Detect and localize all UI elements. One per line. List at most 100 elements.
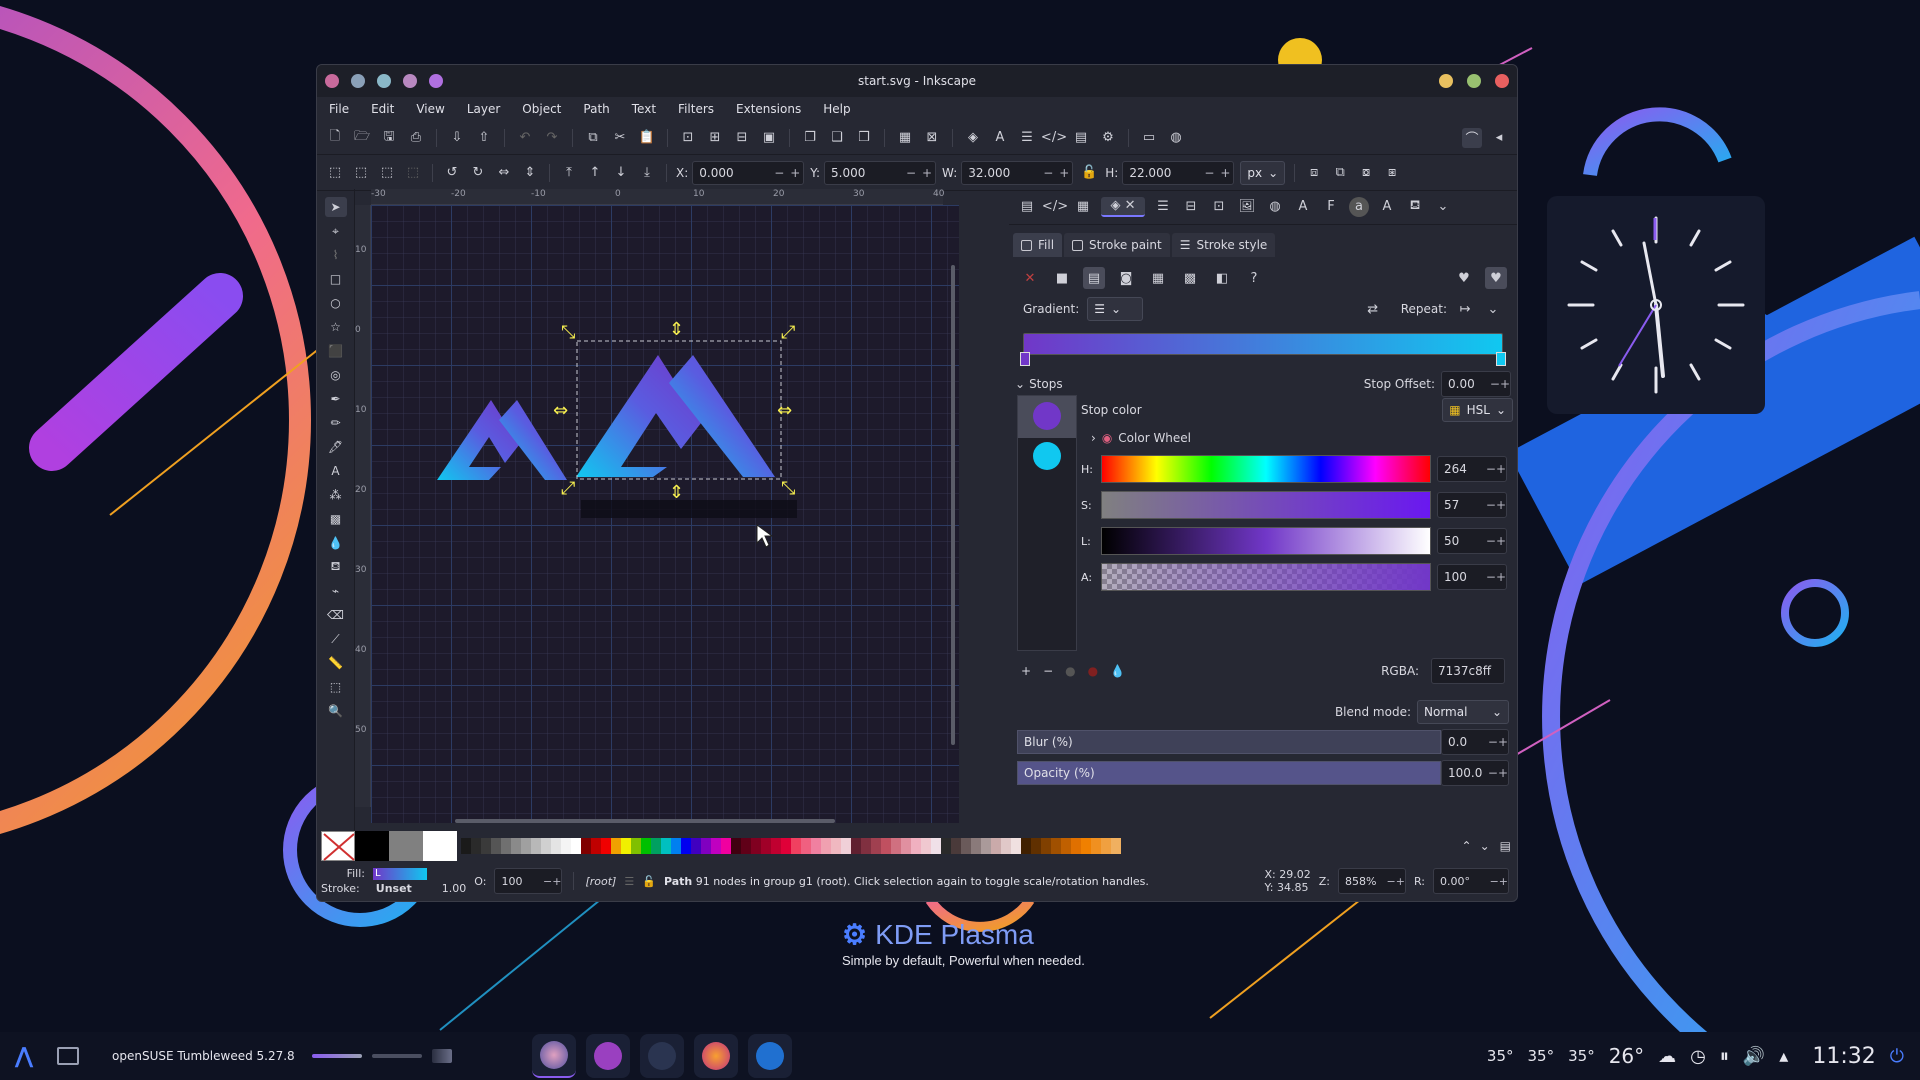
flip-vertical-icon[interactable]: ⇕ — [520, 163, 540, 183]
raise-top-icon[interactable]: ⤒ — [559, 163, 579, 183]
close-button[interactable] — [1495, 74, 1509, 88]
palette-swatch[interactable] — [911, 838, 921, 854]
palette-swatch[interactable] — [951, 838, 961, 854]
palette-swatch[interactable] — [1051, 838, 1061, 854]
node-tool-icon[interactable]: ⌖ — [325, 221, 347, 241]
palette-swatch[interactable] — [511, 838, 521, 854]
palette-swatch[interactable] — [881, 838, 891, 854]
palette-swatch[interactable] — [961, 838, 971, 854]
palette-swatches[interactable] — [461, 838, 1121, 854]
opacity-field[interactable]: 100.0 −+ — [1441, 760, 1509, 786]
keep-above-button[interactable] — [351, 74, 365, 88]
opacity-increment[interactable]: + — [1498, 766, 1508, 780]
repeat-chevron-down-icon[interactable]: ⌄ — [1483, 299, 1503, 319]
palette-swatch[interactable] — [871, 838, 881, 854]
drawing-canvas[interactable]: ⤡ ⇕ ⤢ ⇔ ⇔ ⤢ ⇕ ⤡ — [371, 205, 959, 823]
select-all-icon[interactable]: ⬚ — [325, 163, 345, 183]
palette-swatch[interactable] — [611, 838, 621, 854]
power-icon[interactable]: ⏻ — [1890, 1046, 1904, 1067]
palette-swatch[interactable] — [741, 838, 751, 854]
blur-field[interactable]: 0.0 −+ — [1441, 729, 1509, 755]
new-document-icon[interactable]: 🗋 — [325, 128, 345, 148]
open-file-icon[interactable]: 🗁 — [352, 128, 372, 148]
stop-tool-gray-icon[interactable]: ● — [1065, 664, 1075, 678]
digital-clock[interactable]: 11:32 — [1812, 1044, 1875, 1069]
x-increment[interactable]: + — [787, 166, 803, 180]
rotation-field[interactable]: 0.00° −+ — [1433, 868, 1509, 894]
palette-swatch[interactable] — [581, 838, 591, 854]
zoom-drawing-icon[interactable]: ⊞ — [705, 128, 725, 148]
swatches-tab-icon[interactable]: ◍ — [1265, 197, 1285, 217]
palette-swatch[interactable] — [671, 838, 681, 854]
saturation-field[interactable]: 57 −+ — [1437, 492, 1507, 518]
duplicate-icon[interactable]: ❐ — [800, 128, 820, 148]
weather-cloud-icon[interactable]: ☁ — [1658, 1046, 1676, 1067]
ruler-vertical[interactable]: 10 0 10 20 30 40 50 — [355, 205, 371, 807]
copy-icon[interactable]: ⧉ — [583, 128, 603, 148]
palette-scroll-up-icon[interactable]: ⌃ — [1458, 839, 1476, 853]
rotate-ccw-icon[interactable]: ↺ — [442, 163, 462, 183]
weather-temperature[interactable]: 26° — [1609, 1044, 1644, 1068]
palette-swatch[interactable] — [1071, 838, 1081, 854]
palette-swatch[interactable] — [781, 838, 791, 854]
h-input[interactable]: 22.000 — [1123, 166, 1201, 180]
palette-swatch-black[interactable] — [355, 831, 389, 861]
star-tool-icon[interactable]: ☆ — [325, 317, 347, 337]
symbols-icon[interactable]: ▭ — [1139, 128, 1159, 148]
rotation-increment[interactable]: + — [1499, 875, 1508, 888]
virtual-desktop-pager[interactable] — [48, 1032, 88, 1080]
palette-swatch[interactable] — [901, 838, 911, 854]
palette-scroll-down-icon[interactable]: ⌄ — [1476, 839, 1494, 853]
select-same-icon[interactable]: ⬚ — [403, 163, 423, 183]
transform-pattern-icon[interactable]: ⧆ — [1382, 163, 1402, 183]
palette-swatch[interactable] — [841, 838, 851, 854]
fill-stroke-tab-icon[interactable]: ◈ ✕ — [1101, 196, 1145, 217]
repeat-mode-icon[interactable]: ↦ — [1455, 299, 1475, 319]
alpha-slider[interactable] — [1101, 563, 1431, 591]
stop-item-1[interactable] — [1018, 396, 1076, 438]
palette-swatch[interactable] — [931, 838, 941, 854]
w-decrement[interactable]: − — [1040, 166, 1056, 180]
y-input[interactable]: 5.000 — [825, 166, 903, 180]
undo-icon[interactable]: ↶ — [515, 128, 535, 148]
more-tabs-chevron-down-icon[interactable]: ⌄ — [1433, 197, 1453, 217]
unit-select[interactable]: px ⌄ — [1240, 160, 1286, 185]
taskbar-app-dolphin[interactable] — [748, 1034, 792, 1078]
canvas-vertical-scrollbar[interactable] — [947, 205, 959, 805]
lightness-slider[interactable] — [1101, 527, 1431, 555]
zoom-selection-icon[interactable]: ⊡ — [678, 128, 698, 148]
menu-extensions[interactable]: Extensions — [736, 102, 801, 116]
symbols-tab-icon[interactable]: a — [1349, 196, 1369, 217]
gradient-stop-handle-start[interactable] — [1020, 352, 1030, 366]
color-wheel-expand-chevron-icon[interactable]: › — [1091, 431, 1096, 445]
h-increment[interactable]: + — [1217, 166, 1233, 180]
linear-gradient-icon[interactable]: ▤ — [1083, 267, 1105, 289]
radial-gradient-icon[interactable]: ◙ — [1115, 267, 1137, 289]
taskbar-app-inkscape[interactable] — [532, 1034, 576, 1078]
no-color-swatch[interactable] — [321, 831, 355, 861]
menu-path[interactable]: Path — [583, 102, 609, 116]
status-fill-swatch[interactable]: L — [373, 867, 427, 880]
stop-offset-field[interactable]: 0.00 −+ — [1441, 371, 1511, 397]
blur-decrement[interactable]: − — [1488, 735, 1498, 749]
stop-offset-increment[interactable]: + — [1500, 377, 1510, 391]
keep-below-button[interactable] — [377, 74, 391, 88]
lightness-increment[interactable]: + — [1496, 534, 1506, 548]
palette-swatch[interactable] — [921, 838, 931, 854]
small-logo-path[interactable] — [437, 400, 567, 480]
canvas-horizontal-scrollbar[interactable] — [455, 819, 835, 823]
stop-tool-red-icon[interactable]: ● — [1088, 664, 1098, 678]
layer-lock-icon[interactable]: 🔓 — [642, 875, 656, 888]
window-titlebar[interactable]: start.svg - Inkscape — [317, 65, 1517, 97]
add-stop-icon[interactable]: + — [1021, 664, 1031, 678]
palette-swatch[interactable] — [1081, 838, 1091, 854]
zoom-increment[interactable]: + — [1396, 875, 1405, 888]
on-all-desktops-button[interactable] — [429, 74, 443, 88]
palette-swatch[interactable] — [541, 838, 551, 854]
palette-swatch[interactable] — [791, 838, 801, 854]
zoom-tool-icon[interactable]: 🔍 — [325, 701, 347, 721]
blur-increment[interactable]: + — [1498, 735, 1508, 749]
zoom-page-icon[interactable]: ⊟ — [732, 128, 752, 148]
raise-icon[interactable]: ↑ — [585, 163, 605, 183]
clone-icon[interactable]: ❑ — [827, 128, 847, 148]
